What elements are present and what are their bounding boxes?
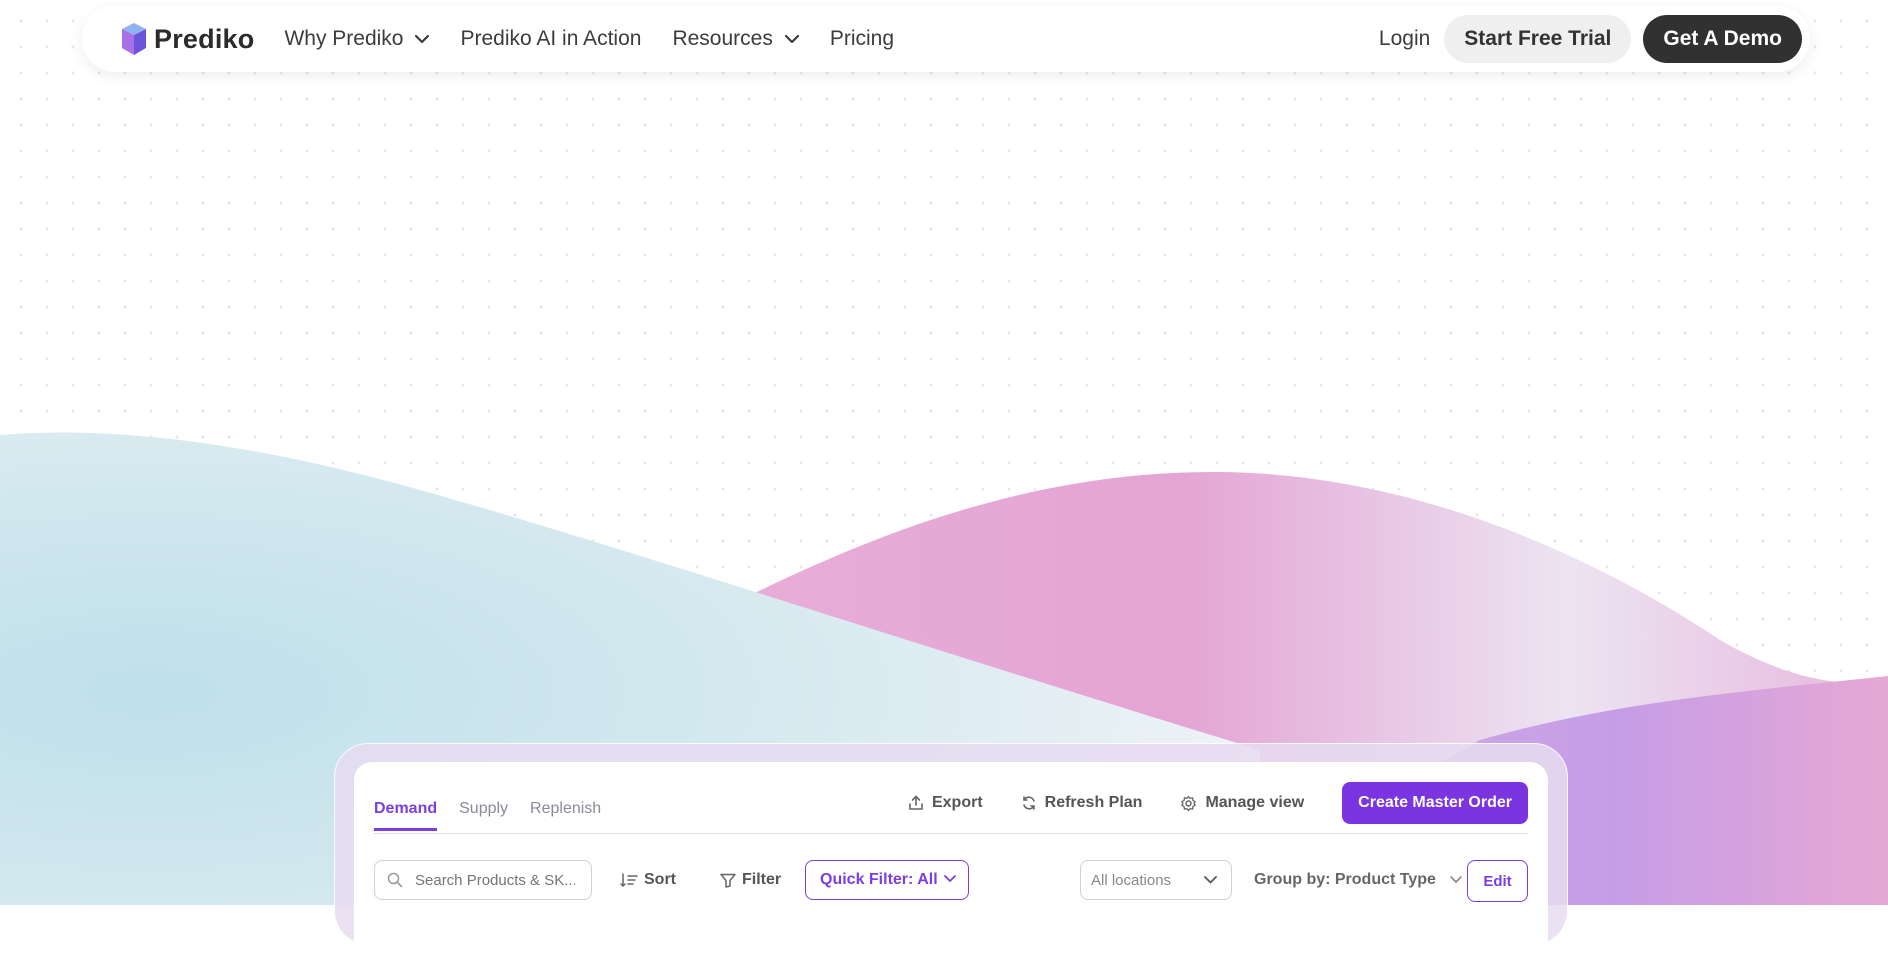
nav-resources-label: Resources (672, 27, 773, 50)
app-tabs: Demand Supply Replenish (374, 800, 623, 831)
get-a-demo-button[interactable]: Get A Demo (1643, 15, 1802, 63)
cube-logo-icon (122, 23, 146, 55)
search-input[interactable] (413, 870, 577, 890)
manage-view-label: Manage view (1205, 794, 1305, 811)
filter-button[interactable]: Filter (720, 860, 781, 900)
chevron-down-icon (944, 875, 956, 882)
export-label: Export (931, 794, 983, 811)
nav-actions: Login Start Free Trial Get A Demo (1379, 15, 1802, 63)
gear-icon (1181, 795, 1197, 811)
sort-button[interactable]: Sort (620, 860, 676, 900)
search-box[interactable] (374, 860, 592, 900)
filter-label: Filter (742, 871, 782, 888)
refresh-plan-label: Refresh Plan (1044, 794, 1143, 811)
brand-logo[interactable]: Prediko (120, 21, 254, 57)
upload-icon (909, 795, 923, 810)
sort-icon (620, 873, 638, 887)
nav-why-prediko[interactable]: Why Prediko (284, 27, 430, 51)
tab-supply[interactable]: Supply (459, 800, 508, 831)
app-toolbar: Sort Filter Quick Filter: All All locati… (374, 860, 1528, 902)
refresh-plan-button[interactable]: Refresh Plan (1021, 794, 1143, 812)
quick-filter-dropdown[interactable]: Quick Filter: All (805, 860, 969, 900)
nav-why-prediko-label: Why Prediko (284, 27, 404, 50)
login-link[interactable]: Login (1379, 27, 1430, 51)
quick-filter-label: Quick Filter: All (820, 871, 938, 888)
nav-pricing[interactable]: Pricing (830, 27, 894, 51)
nav-prediko-ai[interactable]: Prediko AI in Action (460, 27, 641, 51)
top-navigation-bar: Prediko Why Prediko Prediko AI in Action… (82, 6, 1810, 72)
locations-dropdown[interactable]: All locations (1080, 860, 1232, 900)
brand-name: Prediko (154, 23, 255, 54)
main-menu: Why Prediko Prediko AI in Action Resourc… (284, 27, 925, 51)
filter-icon (720, 873, 736, 888)
create-master-order-button[interactable]: Create Master Order (1342, 782, 1528, 824)
tab-replenish[interactable]: Replenish (530, 800, 601, 831)
manage-view-button[interactable]: Manage view (1180, 794, 1304, 812)
chevron-down-icon (1204, 876, 1217, 884)
edit-button[interactable]: Edit (1467, 860, 1528, 902)
chevron-down-icon (415, 34, 430, 43)
start-free-trial-button[interactable]: Start Free Trial (1444, 15, 1632, 63)
nav-pricing-label: Pricing (829, 27, 895, 50)
nav-prediko-ai-label: Prediko AI in Action (460, 27, 642, 50)
refresh-icon (1022, 796, 1035, 810)
tab-demand[interactable]: Demand (374, 800, 438, 831)
export-button[interactable]: Export (908, 794, 983, 812)
chevron-down-icon (784, 34, 799, 43)
group-by-label: Group by: Product Type (1254, 871, 1436, 888)
app-actions: Export Refresh Plan Manage view Create M… (908, 782, 1528, 824)
tab-divider (374, 833, 1528, 834)
nav-resources[interactable]: Resources (672, 27, 799, 51)
search-icon (387, 872, 403, 888)
chevron-down-icon (1450, 876, 1462, 883)
locations-label: All locations (1091, 871, 1172, 889)
app-preview-panel: Demand Supply Replenish Export Refresh P… (354, 762, 1548, 962)
group-by-dropdown[interactable]: Group by: Product Type (1254, 860, 1462, 900)
sort-label: Sort (644, 871, 676, 888)
